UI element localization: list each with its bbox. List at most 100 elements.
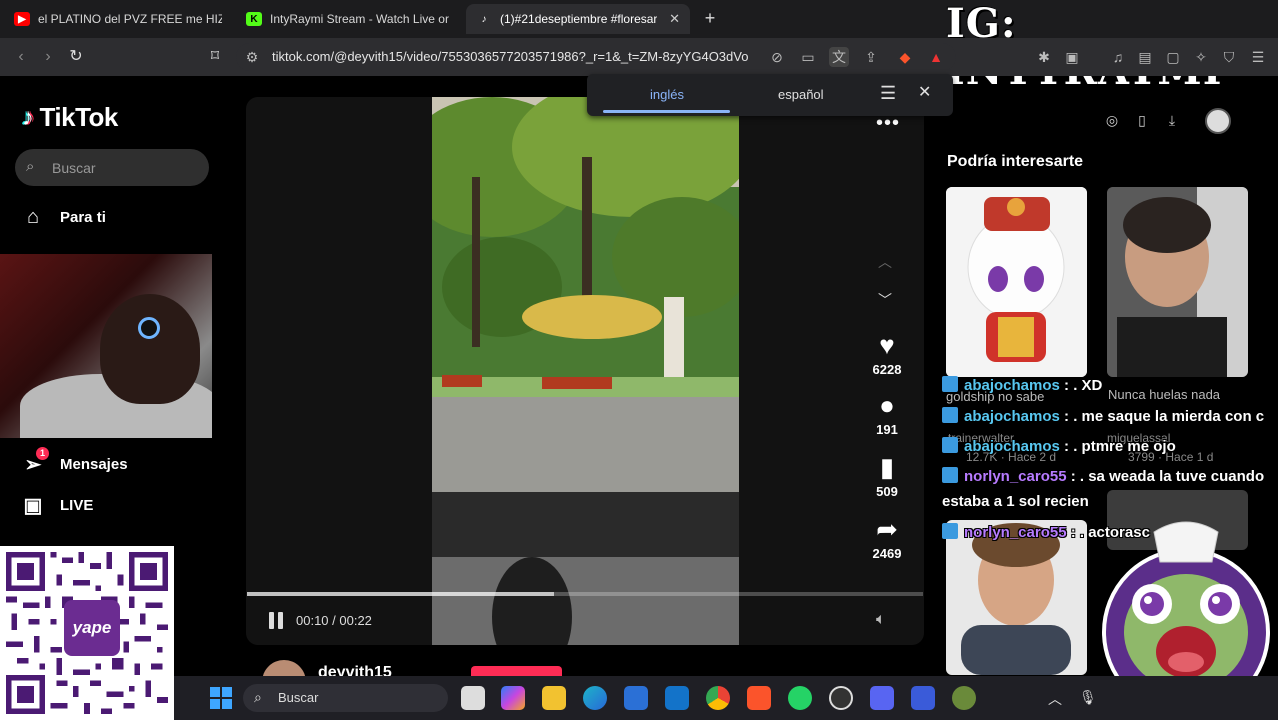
chat-text: : . ptmre me ojo bbox=[1064, 438, 1176, 455]
video-frame[interactable] bbox=[432, 97, 739, 645]
recommended-title[interactable]: Nunca huelas nada bbox=[1108, 387, 1220, 402]
chat-username: norlyn_caro55 bbox=[964, 524, 1067, 541]
chat-username: abajochamos bbox=[964, 438, 1060, 455]
brave-shields-icon[interactable]: ◆ bbox=[895, 47, 915, 67]
search-placeholder: Buscar bbox=[52, 160, 96, 176]
brave-icon[interactable] bbox=[747, 686, 771, 710]
share-icon: ➦ bbox=[876, 514, 898, 544]
translate-close-icon[interactable]: ✕ bbox=[918, 84, 934, 102]
folder-icon[interactable] bbox=[542, 686, 566, 710]
chat-username: abajochamos bbox=[964, 377, 1060, 394]
tiktok-logo-text: TikTok bbox=[39, 102, 119, 132]
comment-count: 191 bbox=[876, 422, 898, 437]
volume-icon[interactable]: 🔈︎ bbox=[876, 611, 886, 629]
microphone-icon[interactable]: 🎙︎ bbox=[1079, 689, 1097, 706]
translate-source-lang-tab[interactable]: inglés bbox=[650, 87, 684, 102]
wallet-icon[interactable]: ▢ bbox=[1163, 47, 1183, 67]
comment-button[interactable]: ● 191 bbox=[862, 390, 912, 437]
search-input[interactable] bbox=[15, 149, 209, 186]
discord-icon[interactable] bbox=[870, 686, 894, 710]
browser-tab-youtube[interactable]: ▶ el PLATINO del PVZ FREE me HIZO C bbox=[4, 4, 232, 34]
task-view-icon[interactable] bbox=[461, 686, 485, 710]
chat-badge-icon bbox=[942, 437, 958, 453]
close-tab-icon[interactable]: ✕ bbox=[669, 11, 680, 27]
cast-icon[interactable]: ▭ bbox=[798, 47, 818, 67]
translate-menu-icon[interactable]: ☰ bbox=[880, 84, 900, 102]
sidebar-item-for-you[interactable]: ⌂ Para ti bbox=[20, 204, 106, 230]
webcam-overlay bbox=[0, 254, 212, 438]
edge-icon[interactable] bbox=[583, 686, 607, 710]
reload-icon[interactable]: ↻ bbox=[65, 46, 87, 68]
app-icon[interactable] bbox=[911, 686, 935, 710]
pause-icon[interactable] bbox=[268, 612, 286, 630]
extensions-icon[interactable]: ✱ bbox=[1034, 47, 1054, 67]
store-icon[interactable] bbox=[624, 686, 648, 710]
yape-logo: yape bbox=[64, 600, 120, 656]
share-page-icon[interactable]: ⇪ bbox=[861, 47, 881, 67]
profile-avatar[interactable] bbox=[1205, 108, 1231, 134]
recommendations-title: Podría interesarte bbox=[947, 153, 1084, 170]
chat-badge-icon bbox=[942, 376, 958, 392]
kick-icon: K bbox=[246, 12, 262, 26]
screenshot-icon[interactable]: ▣ bbox=[1062, 47, 1082, 67]
sidebar-item-messages[interactable]: ➢ 1 Mensajes bbox=[20, 447, 128, 477]
copilot-icon[interactable] bbox=[501, 686, 525, 710]
recommended-video-thumbnail[interactable] bbox=[946, 187, 1087, 377]
new-tab-button[interactable]: + bbox=[700, 8, 720, 28]
recommended-video-thumbnail[interactable] bbox=[946, 520, 1087, 675]
taskbar-search-input[interactable] bbox=[243, 684, 448, 712]
translate-target-lang-tab[interactable]: español bbox=[778, 87, 824, 102]
whatsapp-icon[interactable] bbox=[788, 686, 812, 710]
chat-message: abajochamos : . XD bbox=[942, 376, 1102, 394]
like-count: 6228 bbox=[872, 362, 902, 377]
sidebar-item-label: Mensajes bbox=[60, 455, 128, 473]
browser-tab-tiktok[interactable]: ♪ (1)#21deseptiembre #floresar ✕ bbox=[466, 4, 690, 34]
download-icon[interactable]: ⤓ bbox=[1163, 112, 1181, 130]
heart-icon: ♥ bbox=[879, 330, 895, 360]
chat-text: : . sa weada la tuve cuando bbox=[1070, 468, 1265, 485]
chat-message: abajochamos : . me saque la mierda con c bbox=[942, 407, 1264, 425]
chat-message-continuation: estaba a 1 sol recien bbox=[942, 493, 1089, 510]
vpn-icon[interactable]: ⛉ bbox=[1219, 47, 1239, 67]
device-icon[interactable]: ▯ bbox=[1133, 112, 1151, 130]
video-progress-fill bbox=[247, 592, 555, 596]
leo-icon[interactable]: ✧ bbox=[1191, 47, 1211, 67]
brave-rewards-icon[interactable]: ▲ bbox=[926, 47, 946, 67]
windows-start-icon[interactable] bbox=[210, 687, 232, 709]
url-text[interactable]: tiktok.com/@deyvith15/video/755303657720… bbox=[272, 49, 748, 64]
back-icon[interactable]: ‹ bbox=[10, 46, 32, 68]
tiktok-logo-icon: ♪ bbox=[22, 103, 34, 131]
chrome-icon[interactable] bbox=[706, 686, 730, 710]
reader-mode-icon[interactable]: ⊘ bbox=[767, 47, 787, 67]
menu-icon[interactable]: ☰ bbox=[1248, 47, 1268, 67]
video-scene bbox=[432, 97, 739, 645]
obs-icon[interactable] bbox=[829, 686, 853, 710]
previous-video-icon[interactable]: ︿ bbox=[878, 252, 892, 272]
chat-badge-icon bbox=[942, 467, 958, 483]
settings-icon[interactable] bbox=[952, 686, 976, 710]
chibi-character bbox=[946, 187, 1087, 377]
bookmark-page-icon[interactable]: ⌑ bbox=[204, 46, 226, 68]
sidebar-icon[interactable]: ▤ bbox=[1135, 47, 1155, 67]
site-info-icon[interactable]: ⚙ bbox=[242, 47, 262, 67]
tab-label: (1)#21deseptiembre #floresar bbox=[500, 12, 658, 26]
translate-icon[interactable]: 文 bbox=[829, 47, 849, 67]
next-video-icon[interactable]: ﹀ bbox=[878, 290, 892, 310]
tiktok-logo[interactable]: ♪ TikTok bbox=[22, 102, 118, 133]
tray-overflow-icon[interactable]: ︿ bbox=[1048, 689, 1062, 709]
chat-badge-icon bbox=[942, 523, 958, 539]
save-button[interactable]: ▮ 509 bbox=[862, 452, 912, 499]
share-button[interactable]: ➦ 2469 bbox=[862, 514, 912, 561]
sidebar-item-live[interactable]: ▣ LIVE bbox=[20, 492, 94, 518]
browser-tab-kick[interactable]: K IntyRaymi Stream - Watch Live or bbox=[236, 4, 464, 34]
like-button[interactable]: ♥ 6228 bbox=[862, 330, 912, 377]
search-icon: ⌕ bbox=[26, 158, 35, 175]
tab-label: IntyRaymi Stream - Watch Live or bbox=[270, 12, 449, 26]
forward-icon[interactable]: › bbox=[37, 46, 59, 68]
floating-player-icon[interactable]: ◎ bbox=[1103, 112, 1121, 130]
bookmark-icon: ▮ bbox=[879, 452, 895, 482]
tiktok-icon: ♪ bbox=[481, 13, 487, 25]
outlook-icon[interactable] bbox=[665, 686, 689, 710]
recommended-video-thumbnail[interactable] bbox=[1107, 187, 1248, 377]
media-icon[interactable]: ♫ bbox=[1108, 47, 1128, 67]
